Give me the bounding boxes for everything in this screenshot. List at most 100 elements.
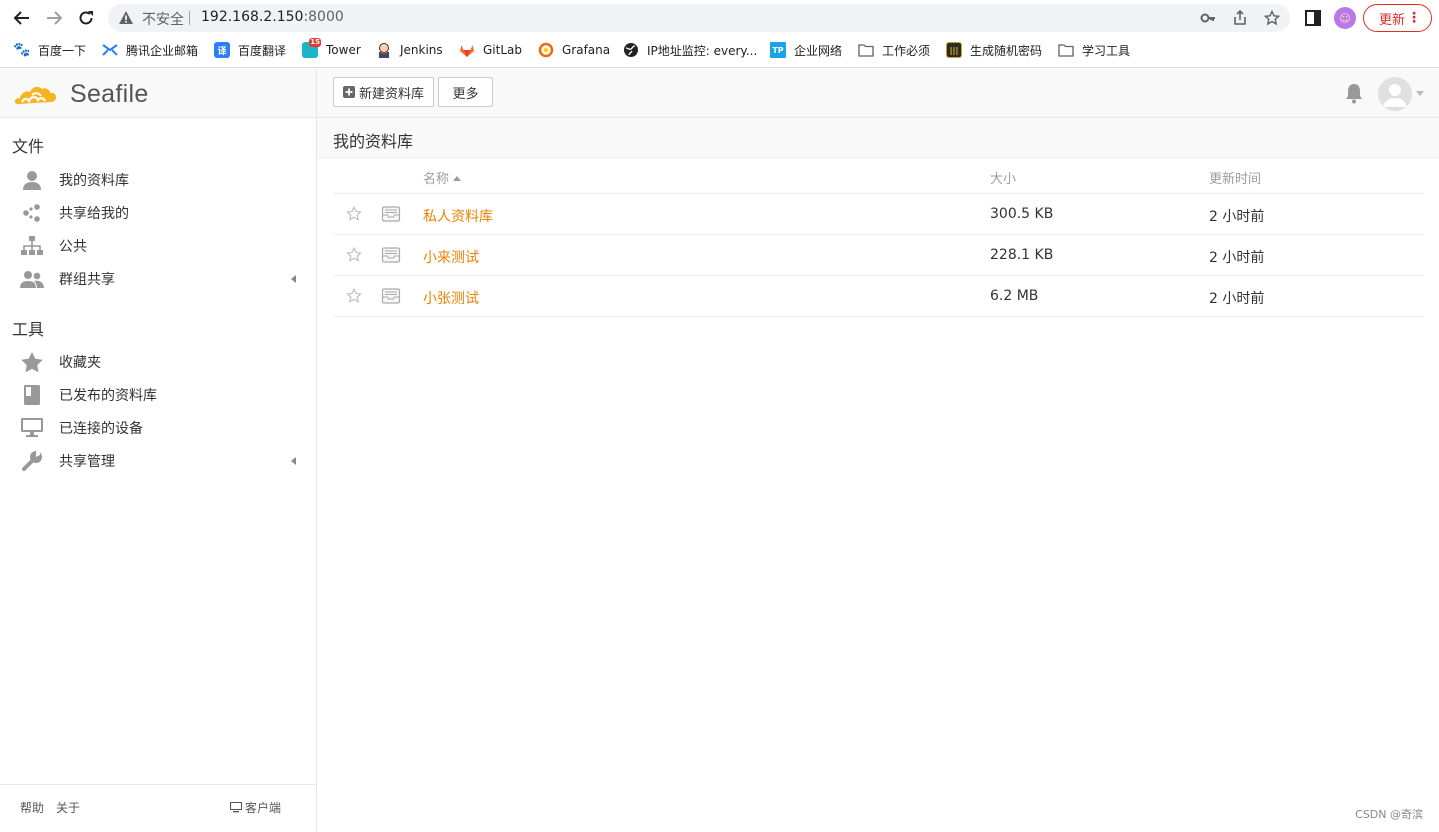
bookmark-item[interactable]: GitLab	[459, 41, 522, 59]
tower-icon: 15	[302, 38, 321, 58]
more-label: 更多	[452, 86, 479, 102]
about-link[interactable]: 关于	[56, 799, 80, 816]
bookmark-item[interactable]: Grafana	[538, 41, 610, 59]
library-name-link[interactable]: 私人资料库	[423, 206, 493, 226]
new-library-button[interactable]: 新建资料库	[333, 77, 434, 107]
bookmark-label: 生成随机密码	[970, 43, 1043, 58]
bookmark-item[interactable]: 15 Tower	[302, 38, 361, 59]
folder-icon	[858, 42, 874, 58]
gitlab-icon	[459, 42, 475, 58]
bookmark-item[interactable]: IP地址监控: every...	[623, 41, 757, 59]
jenkins-icon	[376, 42, 392, 58]
bookmark-star-icon[interactable]	[1264, 10, 1280, 26]
bookmark-label: Tower	[326, 43, 361, 57]
logo-text: Seafile	[70, 79, 149, 108]
more-button[interactable]: 更多	[438, 77, 493, 107]
bookmark-item[interactable]: 学习工具	[1058, 41, 1130, 59]
library-size: 228.1 KB	[990, 247, 1054, 263]
key-icon[interactable]	[1200, 10, 1216, 26]
tools-heading: 工具	[12, 320, 45, 339]
column-updated-header[interactable]: 更新时间	[1209, 168, 1261, 187]
client-label: 客户端	[245, 801, 282, 815]
sidebar-item-label: 共享管理	[59, 454, 115, 470]
bookmarks-bar: 🐾 百度一下 腾讯企业邮箱 译 百度翻译 15 Tower Jenkins Gi…	[0, 38, 1439, 62]
sort-asc-icon	[453, 176, 462, 181]
sidebar-item-label: 公共	[59, 239, 87, 255]
group-icon	[20, 268, 44, 290]
sidebar-footer: 帮助 关于 客户端	[0, 784, 316, 832]
star-outline-icon[interactable]	[346, 247, 362, 263]
sidebar-item-share-admin[interactable]: 共享管理	[20, 446, 302, 476]
sidebar-item-my-libraries[interactable]: 我的资料库	[20, 165, 302, 195]
star-outline-icon[interactable]	[346, 206, 362, 222]
share-page-icon[interactable]	[1232, 10, 1248, 26]
user-avatar[interactable]	[1378, 77, 1412, 111]
omnibox-separator	[189, 11, 190, 25]
client-link[interactable]: 客户端	[230, 799, 281, 816]
app-header: Seafile 新建资料库 更多	[0, 69, 1439, 118]
side-panel-icon[interactable]	[1303, 8, 1323, 28]
bookmark-label: 腾讯企业邮箱	[126, 43, 199, 58]
table-row[interactable]: 小张测试 6.2 MB 2 小时前	[333, 276, 1424, 317]
bookmark-item[interactable]: TP 企业网络	[770, 41, 842, 59]
baidu-translate-icon: 译	[214, 42, 230, 58]
bookmark-item[interactable]: 译 百度翻译	[214, 41, 286, 59]
reload-button[interactable]	[75, 7, 97, 29]
tencent-mail-icon	[102, 42, 118, 58]
bookmark-label: 百度翻译	[238, 43, 287, 58]
star-outline-icon[interactable]	[346, 288, 362, 304]
url-port: :8000	[303, 9, 344, 25]
sidebar-item-label: 收藏夹	[59, 355, 101, 371]
table-row[interactable]: 私人资料库 300.5 KB 2 小时前	[333, 194, 1424, 235]
library-name-link[interactable]: 小张测试	[423, 288, 479, 308]
library-updated: 2 小时前	[1209, 291, 1265, 307]
sidebar-item-linked-devices[interactable]: 已连接的设备	[20, 413, 302, 443]
table-header: 名称 大小 更新时间	[333, 158, 1424, 194]
library-updated: 2 小时前	[1209, 250, 1265, 266]
seafile-logo-icon	[14, 86, 57, 104]
new-library-label: 新建资料库	[358, 86, 424, 102]
share-icon	[20, 202, 44, 224]
sidebar: 文件 我的资料库 共享给我的 公共 群组共享 工具 收藏夹 已发布的资料库 已连…	[0, 118, 317, 832]
address-bar[interactable]: 不安全 192.168.2.150:8000	[108, 4, 1290, 32]
caret-down-icon[interactable]	[1416, 91, 1424, 96]
library-name-link[interactable]: 小来测试	[423, 247, 479, 267]
arrow-left-icon	[13, 11, 29, 25]
sidebar-item-group-shares[interactable]: 群组共享	[20, 264, 302, 294]
help-link[interactable]: 帮助	[20, 799, 44, 816]
bookmark-label: GitLab	[483, 43, 522, 57]
profile-glyph: ☺	[1339, 11, 1351, 25]
bookmark-item[interactable]: 腾讯企业邮箱	[102, 41, 198, 59]
sidebar-item-label: 共享给我的	[59, 206, 129, 222]
back-button[interactable]	[11, 7, 33, 29]
bookmark-label: Jenkins	[400, 43, 443, 57]
sidebar-item-published-libraries[interactable]: 已发布的资料库	[20, 380, 302, 410]
bookmark-item[interactable]: ||| 生成随机密码	[946, 41, 1042, 59]
update-button[interactable]: 更新 ⋮	[1363, 4, 1432, 32]
header-divider	[316, 69, 317, 118]
watermark: CSDN @奇滨	[1355, 808, 1423, 821]
bookmark-item[interactable]: Jenkins	[376, 41, 443, 59]
user-icon	[20, 169, 44, 191]
library-size: 6.2 MB	[990, 288, 1039, 304]
star-icon	[20, 351, 44, 373]
bookmark-label: 工作必须	[882, 43, 931, 58]
caret-left-icon	[291, 275, 296, 283]
menu-dots-icon: ⋮	[1407, 10, 1421, 26]
main-content: 我的资料库 名称 大小 更新时间 私人资料库 300.5 KB 2 小时前 小来…	[317, 118, 1439, 832]
column-size-header[interactable]: 大小	[990, 168, 1016, 187]
sidebar-item-favorites[interactable]: 收藏夹	[20, 347, 302, 377]
sidebar-item-label: 群组共享	[59, 272, 115, 288]
tower-badge: 15	[309, 38, 321, 47]
sidebar-item-public[interactable]: 公共	[20, 231, 302, 261]
bell-icon[interactable]	[1344, 82, 1364, 104]
column-name-header[interactable]: 名称	[423, 168, 462, 187]
sidebar-item-shared-with-me[interactable]: 共享给我的	[20, 198, 302, 228]
seafile-logo[interactable]: Seafile	[14, 77, 149, 111]
bookmark-item[interactable]: 工作必须	[858, 41, 930, 59]
url-host: 192.168.2.150	[201, 9, 304, 25]
bookmark-item[interactable]: 🐾 百度一下	[13, 41, 86, 59]
table-row[interactable]: 小来测试 228.1 KB 2 小时前	[333, 235, 1424, 276]
profile-avatar-icon[interactable]: ☺	[1334, 7, 1356, 29]
forward-button[interactable]	[43, 7, 65, 29]
